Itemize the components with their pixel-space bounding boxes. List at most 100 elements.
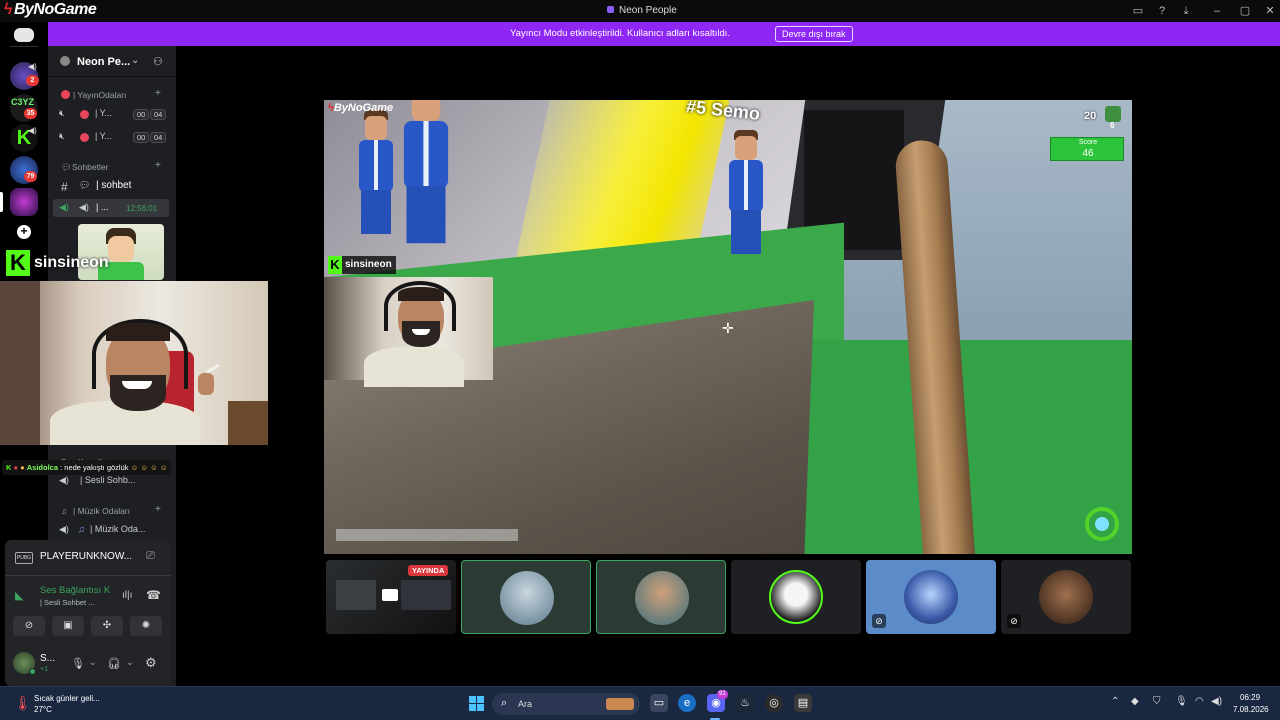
channel-sohbet[interactable]: | sohbet [96, 180, 131, 191]
shield-icon[interactable]: ⛉ [1153, 696, 1161, 707]
game-character [354, 110, 398, 234]
speaker-muted-icon: 🔇︎ [59, 108, 65, 118]
muted-icon: ⊘ [872, 614, 886, 628]
speaker-icon: ◀) [28, 62, 37, 71]
server-icon-5[interactable] [10, 188, 38, 216]
add-channel-icon[interactable]: + [155, 160, 161, 171]
help-icon[interactable]: ? [1155, 4, 1169, 18]
channel-stream-1[interactable]: | Y... [95, 108, 112, 118]
chevron-down-icon[interactable]: ⌄ [89, 657, 97, 668]
volume-icon[interactable]: ◀) [1211, 696, 1222, 707]
active-server-pill [0, 192, 3, 212]
weather-temp: 27°C [34, 705, 52, 714]
chevron-down-icon[interactable]: ⌄ [131, 55, 139, 66]
banner-text: Yayıncı Modu etkinleştirildi. Kullanıcı … [510, 28, 731, 39]
channel-music[interactable]: | Müzik Oda... [90, 524, 145, 534]
search-placeholder: Ara [518, 699, 533, 709]
noise-suppression-icon[interactable]: ıl|ı [122, 590, 132, 601]
participant-tile-stream[interactable]: YAYINDA [326, 560, 456, 634]
pubg-icon: PUBG [15, 552, 33, 564]
edge-icon[interactable]: e [678, 694, 696, 712]
obs-icon[interactable]: ◎ [765, 694, 783, 712]
active-voice-channel[interactable]: | ... [96, 202, 108, 212]
clock-time[interactable]: 06:29 [1240, 693, 1260, 702]
share-activity-icon[interactable]: ⎚ [146, 550, 155, 563]
music-note-icon: ♫ [61, 506, 68, 516]
game-character [397, 100, 454, 244]
microphone-icon[interactable]: 🎙︎ [1175, 696, 1188, 707]
participant-tile[interactable]: ⊘ [866, 560, 996, 634]
streamer-name-overlay: Ksinsineon [6, 250, 109, 280]
minimize-icon[interactable]: – [1210, 4, 1224, 18]
soundboard-button[interactable]: ✺ [130, 616, 162, 636]
chevron-down-icon[interactable]: ⌄ [126, 657, 134, 668]
task-view-icon[interactable]: ▭ [650, 694, 668, 712]
participant-tile[interactable] [596, 560, 726, 634]
add-channel-icon[interactable]: + [155, 88, 161, 99]
participant-tile[interactable] [461, 560, 591, 634]
server-name[interactable]: Neon Pe... [77, 56, 130, 68]
category-chats[interactable]: Sohbetler [72, 162, 108, 172]
clock-date[interactable]: 7.08.2026 [1233, 705, 1269, 714]
sidebar-divider [48, 76, 176, 77]
ability-ring-icon [1085, 507, 1119, 541]
discord-badge: 91 [717, 690, 728, 699]
microphone-icon[interactable]: 🎙︎ [71, 657, 85, 670]
download-icon[interactable]: ⤓ [1179, 4, 1193, 18]
wifi-icon[interactable]: ◠ [1195, 696, 1204, 707]
kick-logo-icon: K [6, 463, 12, 472]
category-music[interactable]: | Müzik Odaları [73, 506, 130, 516]
webcam-feed [0, 281, 268, 445]
participant-tile[interactable] [731, 560, 861, 634]
add-server-icon[interactable]: + [17, 225, 31, 239]
tray-icon[interactable]: ◆ [1131, 696, 1139, 707]
screen-share-icon [382, 589, 398, 601]
server-icon [607, 6, 614, 13]
hashtag-icon: # [61, 180, 68, 194]
camera-off-button[interactable]: ⊘ [13, 616, 45, 636]
streamer-mode-banner: Yayıncı Modu etkinleştirildi. Kullanıcı … [48, 22, 1280, 46]
player-count: 20 [1084, 110, 1097, 122]
game-progress-bar [336, 529, 518, 541]
maximize-icon[interactable]: ▢ [1238, 4, 1252, 18]
category-stream-rooms[interactable]: | YayınOdaları [73, 90, 126, 100]
small-count: 6 [1110, 121, 1115, 130]
speaker-icon: ◀) [59, 524, 69, 534]
user-panel: PUBG PLAYERUNKNOW... ⎚ ◣ Ses Bağlantısı … [5, 540, 171, 686]
voice-connection-status[interactable]: Ses Bağlantısı K [40, 585, 110, 596]
username-sub: +1 [40, 666, 48, 673]
channel-stream-2[interactable]: | Y... [95, 131, 112, 141]
headphones-icon[interactable]: 🎧︎ [107, 657, 121, 670]
mention-badge: 79 [24, 171, 37, 182]
stream-video[interactable]: ϟByNoGame #5 Semo 20 6 Score 46 ✛ Ksinsi… [324, 100, 1132, 554]
crosshair-icon: ✛ [722, 320, 734, 336]
steam-icon[interactable]: ♨ [736, 694, 754, 712]
chat-bubble-icon: 💬︎ [61, 162, 72, 172]
discord-home-icon[interactable] [14, 28, 34, 42]
app-icon[interactable]: ▤ [794, 694, 812, 712]
voice-connection-channel[interactable]: | Sesli Sohbet ... [40, 598, 94, 607]
taskbar-search[interactable]: ⌕ Ara [492, 693, 640, 715]
search-highlight-icon [606, 698, 634, 710]
player-avatar-icon [1105, 106, 1121, 122]
username[interactable]: S... [40, 653, 55, 664]
participant-tile[interactable]: ⊘ [1001, 560, 1131, 634]
activity-name[interactable]: PLAYERUNKNOW... [40, 551, 132, 562]
inbox-icon[interactable]: ▭ [1131, 4, 1145, 18]
emoji-icons: ☺ ☺ ☺ ☺ [130, 463, 168, 472]
speaker-muted-icon: 🔇︎ [59, 131, 65, 141]
settings-gear-icon[interactable]: ⚙ [145, 655, 157, 671]
brand-logo: ϟ ByNoGame [4, 1, 97, 18]
channel-voice[interactable]: | Sesli Sohb... [80, 475, 135, 485]
disable-streamer-mode-button[interactable]: Devre dışı bırak [775, 26, 853, 42]
screen-share-button[interactable]: ▣ [52, 616, 84, 636]
activities-button[interactable]: ✣ [91, 616, 123, 636]
add-channel-icon[interactable]: + [155, 504, 161, 515]
tray-chevron-icon[interactable]: ⌃ [1111, 696, 1119, 707]
close-window-icon[interactable]: ✕ [1263, 4, 1277, 18]
game-character [724, 130, 768, 254]
invite-icon[interactable]: ⚇ [153, 55, 163, 68]
disconnect-icon[interactable]: ☎ [146, 588, 161, 602]
chat-bubble-icon: 💬︎ [79, 180, 91, 190]
weather-text[interactable]: Sıcak günler geli... [34, 694, 100, 703]
